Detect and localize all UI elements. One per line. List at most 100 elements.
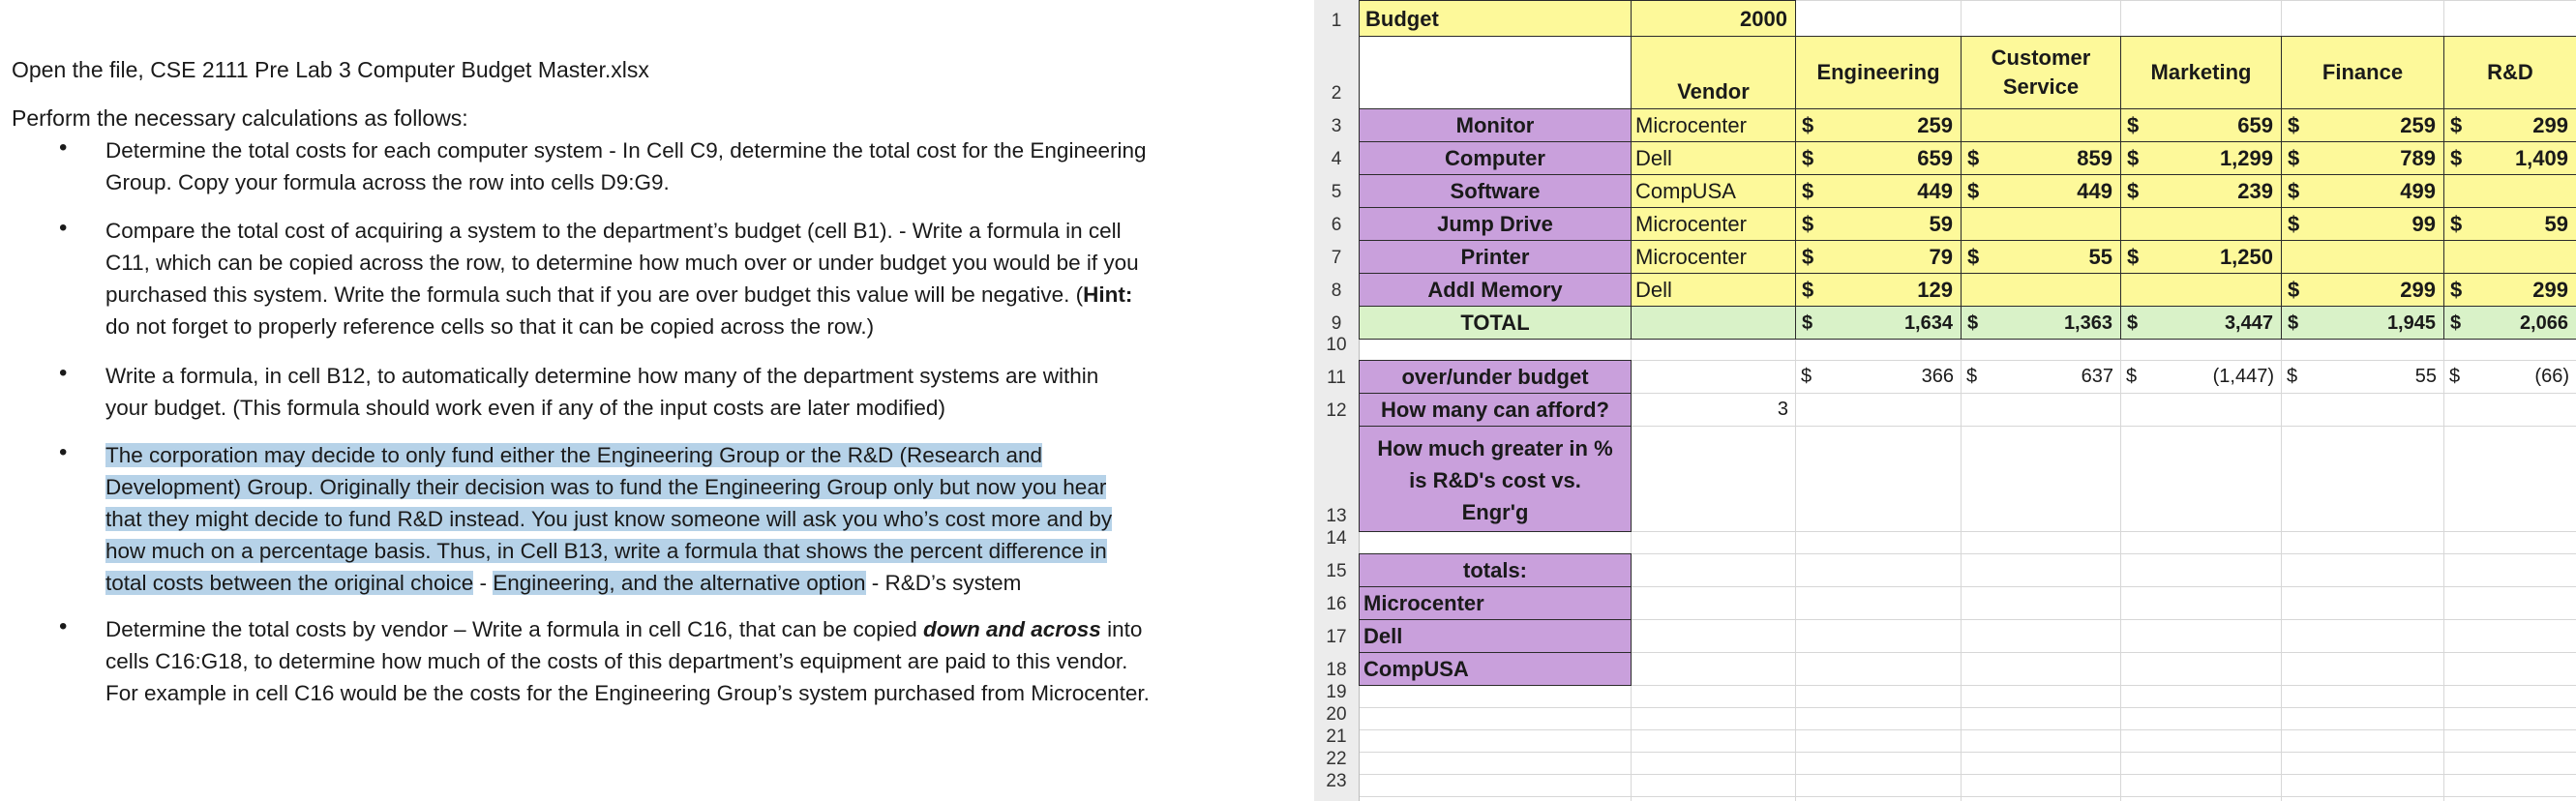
vendor-cell[interactable]: Microcenter	[1631, 240, 1796, 274]
total-cell[interactable]: $2,066	[2443, 306, 2576, 340]
cell-B12-afford-value[interactable]: 3	[1631, 393, 1796, 427]
cost-cell[interactable]: $659	[2120, 108, 2282, 142]
cost-cell[interactable]: $449	[1961, 174, 2121, 208]
cost-cell[interactable]	[2443, 174, 2576, 208]
over-under-cell[interactable]: $55	[2281, 360, 2444, 394]
row-number-13[interactable]: 13	[1314, 506, 1359, 527]
row-number-7[interactable]: 7	[1314, 248, 1359, 269]
row-number-23[interactable]: 23	[1314, 771, 1359, 792]
column-header-marketing[interactable]: Marketing	[2120, 36, 2282, 109]
item-label-addl-memory[interactable]: Addl Memory	[1359, 273, 1632, 307]
total-cell[interactable]: $1,945	[2281, 306, 2444, 340]
cell-A9-total-label[interactable]: TOTAL	[1359, 306, 1632, 340]
cost-cell[interactable]	[1961, 273, 2121, 307]
column-header-engineering[interactable]: Engineering	[1795, 36, 1962, 109]
vendor-cell[interactable]: Microcenter	[1631, 207, 1796, 241]
row-number-2[interactable]: 2	[1314, 83, 1359, 104]
cost-cell[interactable]	[2443, 240, 2576, 274]
column-header-r-d[interactable]: R&D	[2443, 36, 2576, 109]
cost-cell[interactable]	[2120, 273, 2282, 307]
cell-A11-over-under-label[interactable]: over/under budget	[1359, 360, 1632, 394]
bullet-text-highlighted[interactable]: The corporation may decide to only fund …	[105, 439, 1267, 599]
row-number-19[interactable]: 19	[1314, 682, 1359, 703]
item-label-computer[interactable]: Computer	[1359, 141, 1632, 175]
row-number-18[interactable]: 18	[1314, 660, 1359, 681]
cost-cell[interactable]: $859	[1961, 141, 2121, 175]
column-header-finance[interactable]: Finance	[2281, 36, 2444, 109]
cost-cell[interactable]: $239	[2120, 174, 2282, 208]
row-number-22[interactable]: 22	[1314, 749, 1359, 770]
cost-cell[interactable]: $1,409	[2443, 141, 2576, 175]
row-number-17[interactable]: 17	[1314, 627, 1359, 648]
cost-cell[interactable]: $789	[2281, 141, 2444, 175]
row-number-11[interactable]: 11	[1314, 368, 1359, 389]
over-under-cell[interactable]: $366	[1795, 360, 1962, 394]
cost-cell[interactable]: $659	[1795, 141, 1962, 175]
cell-A1-budget-label[interactable]: Budget	[1359, 0, 1632, 37]
row-number-9[interactable]: 9	[1314, 313, 1359, 335]
column-header-customer-service[interactable]: Customer Service	[1961, 36, 2121, 109]
item-label-jump-drive[interactable]: Jump Drive	[1359, 207, 1632, 241]
spreadsheet-view[interactable]: 1 2 3 4 5 6 7 8 9 10 11 12 13 14 15 16 17 18 19 20 21 22 23 Bu…	[1314, 0, 2576, 801]
vendor-row-label-compusa[interactable]: CompUSA	[1359, 652, 1632, 686]
cost-cell[interactable]: $259	[1795, 108, 1962, 142]
row-number-6[interactable]: 6	[1314, 215, 1359, 236]
cost-cell[interactable]	[1961, 207, 2121, 241]
item-label-software[interactable]: Software	[1359, 174, 1632, 208]
currency-symbol: $	[1967, 245, 1980, 269]
cell-A15-totals-label[interactable]: totals:	[1359, 553, 1632, 587]
over-under-cell[interactable]: $ (1,447)	[2120, 360, 2282, 394]
cost-cell[interactable]	[2120, 207, 2282, 241]
total-cell[interactable]: $1,634	[1795, 306, 1962, 340]
cost-cell[interactable]: $129	[1795, 273, 1962, 307]
cost-cell[interactable]: $59	[1795, 207, 1962, 241]
cell-B9-blank[interactable]	[1631, 306, 1796, 340]
total-cell[interactable]: $1,363	[1961, 306, 2121, 340]
cost-cell[interactable]: $59	[2443, 207, 2576, 241]
row-number-4[interactable]: 4	[1314, 149, 1359, 170]
vendor-cell[interactable]: CompUSA	[1631, 174, 1796, 208]
row-header-column[interactable]: 1 2 3 4 5 6 7 8 9 10 11 12 13 14 15 16 17 18 19 20 21 22 23	[1314, 0, 1360, 801]
cost-cell[interactable]: $99	[2281, 207, 2444, 241]
vendor-cell[interactable]: Dell	[1631, 141, 1796, 175]
row-number-1[interactable]: 1	[1314, 11, 1359, 32]
row-number-14[interactable]: 14	[1314, 528, 1359, 549]
item-label-monitor[interactable]: Monitor	[1359, 108, 1632, 142]
cost-cell[interactable]: $499	[2281, 174, 2444, 208]
cost-cell[interactable]: $299	[2281, 273, 2444, 307]
row-number-5[interactable]: 5	[1314, 182, 1359, 203]
cost-cell[interactable]	[2281, 240, 2444, 274]
row-number-12[interactable]: 12	[1314, 400, 1359, 422]
row-number-3[interactable]: 3	[1314, 116, 1359, 137]
cost-cell[interactable]: $1,299	[2120, 141, 2282, 175]
row-number-15[interactable]: 15	[1314, 561, 1359, 582]
row-number-21[interactable]: 21	[1314, 727, 1359, 748]
open-file-instruction: Open the file, CSE 2111 Pre Lab 3 Comput…	[12, 57, 649, 82]
cell-A12-afford-label[interactable]: How many can afford?	[1359, 393, 1632, 427]
row-number-8[interactable]: 8	[1314, 281, 1359, 302]
cost-cell[interactable]: $79	[1795, 240, 1962, 274]
cost-cell[interactable]: $55	[1961, 240, 2121, 274]
cost-cell[interactable]: $299	[2443, 273, 2576, 307]
vendor-row-label-dell[interactable]: Dell	[1359, 619, 1632, 653]
cell-B1-budget-value[interactable]: 2000	[1631, 0, 1796, 37]
cost-cell[interactable]: $449	[1795, 174, 1962, 208]
row-number-20[interactable]: 20	[1314, 704, 1359, 726]
row-number-10[interactable]: 10	[1314, 335, 1359, 356]
cost-cell[interactable]	[1961, 108, 2121, 142]
item-label-printer[interactable]: Printer	[1359, 240, 1632, 274]
total-cell[interactable]: $3,447	[2120, 306, 2282, 340]
over-under-cell[interactable]: $ (66)	[2443, 360, 2576, 394]
cost-cell[interactable]: $299	[2443, 108, 2576, 142]
over-under-cell[interactable]: $637	[1961, 360, 2121, 394]
vendor-cell[interactable]: Dell	[1631, 273, 1796, 307]
row-number-16[interactable]: 16	[1314, 594, 1359, 615]
cost-cell[interactable]: $1,250	[2120, 240, 2282, 274]
vendor-cell[interactable]: Microcenter	[1631, 108, 1796, 142]
cell-A13-percent-label[interactable]: How much greater in % is R&D's cost vs. En…	[1359, 426, 1632, 532]
cell-value: 55	[2414, 366, 2437, 387]
cost-cell[interactable]: $259	[2281, 108, 2444, 142]
cell-A2-blank[interactable]	[1359, 36, 1632, 109]
vendor-row-label-microcenter[interactable]: Microcenter	[1359, 586, 1632, 620]
cell-B2-vendor-header[interactable]: Vendor	[1631, 36, 1796, 109]
